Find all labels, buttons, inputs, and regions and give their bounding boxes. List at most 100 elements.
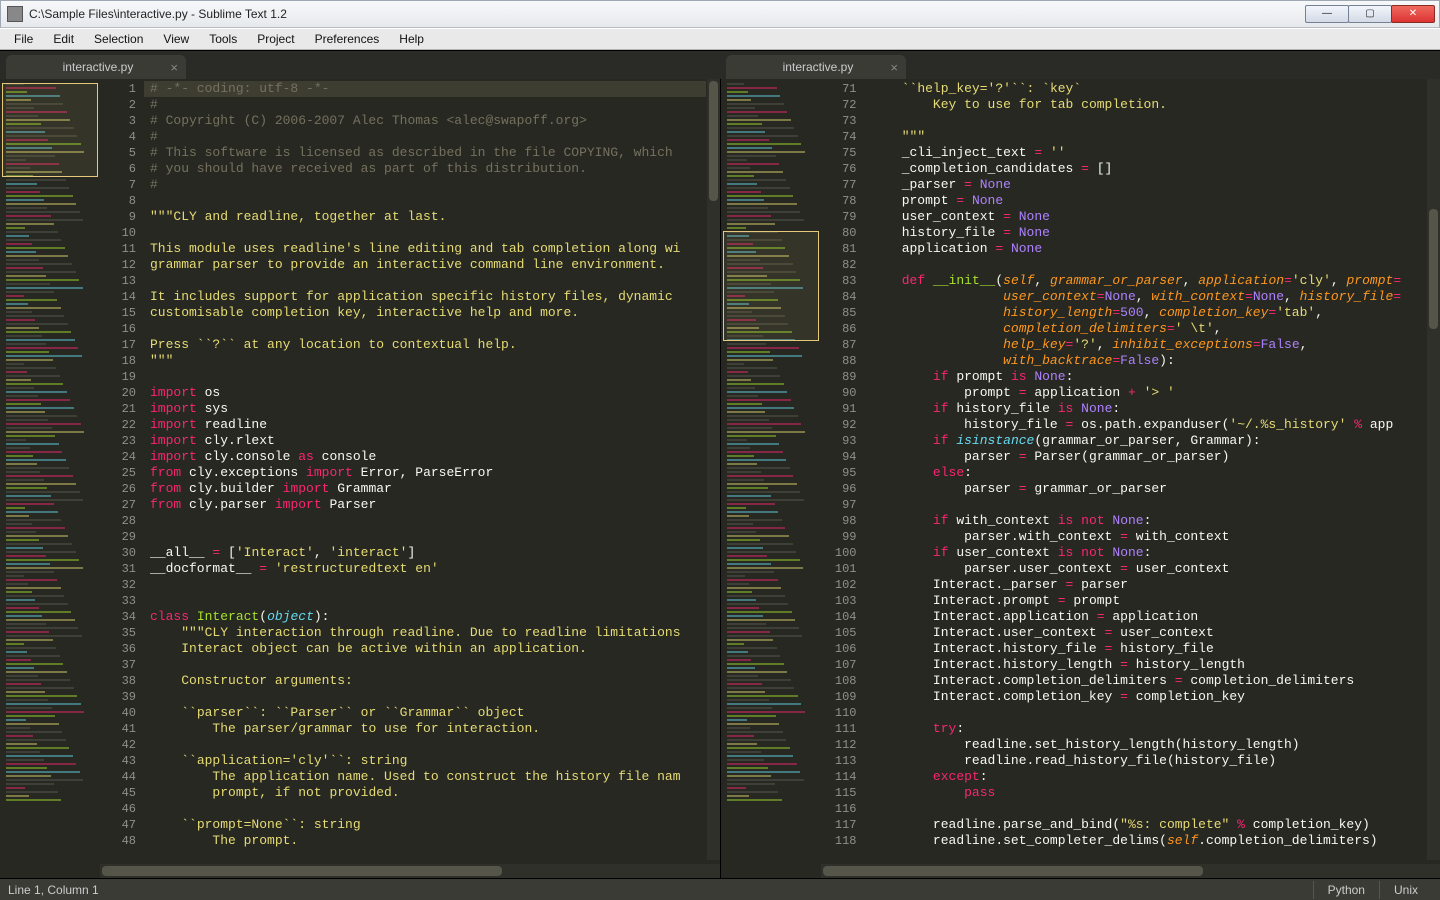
code-line[interactable]: ``prompt=None``: string [150, 817, 706, 833]
editor-right[interactable]: 7172737475767778798081828384858687888990… [821, 79, 1440, 878]
code-line[interactable] [150, 737, 706, 753]
menu-view[interactable]: View [153, 30, 199, 48]
code-line[interactable]: readline.parse_and_bind("%s: complete" %… [871, 817, 1427, 833]
code-line[interactable]: import os [150, 385, 706, 401]
code-line[interactable]: customisable completion key, interactive… [150, 305, 706, 321]
gutter-right[interactable]: 7172737475767778798081828384858687888990… [821, 79, 865, 860]
code-line[interactable]: prompt = application + '> ' [871, 385, 1427, 401]
code-line[interactable]: It includes support for application spec… [150, 289, 706, 305]
code-line[interactable]: import cly.rlext [150, 433, 706, 449]
code-line[interactable]: parser = Parser(grammar_or_parser) [871, 449, 1427, 465]
code-line[interactable]: history_length=500, completion_key='tab'… [871, 305, 1427, 321]
code-line[interactable]: def __init__(self, grammar_or_parser, ap… [871, 273, 1427, 289]
code-line[interactable]: application = None [871, 241, 1427, 257]
code-line[interactable]: prompt, if not provided. [150, 785, 706, 801]
menu-file[interactable]: File [4, 30, 43, 48]
code-line[interactable]: user_context=None, with_context=None, hi… [871, 289, 1427, 305]
code-line[interactable]: """ [150, 353, 706, 369]
close-button[interactable]: ✕ [1391, 5, 1435, 23]
code-line[interactable]: help_key='?', inhibit_exceptions=False, [871, 337, 1427, 353]
menu-preferences[interactable]: Preferences [305, 30, 390, 48]
code-line[interactable] [150, 193, 706, 209]
code-line[interactable]: readline.set_history_length(history_leng… [871, 737, 1427, 753]
code-line[interactable]: readline.set_completer_delims(self.compl… [871, 833, 1427, 849]
code-line[interactable]: ``help_key='?'``: `key` [871, 81, 1427, 97]
code-line[interactable]: # This software is licensed as described… [150, 145, 706, 161]
minimap-viewport[interactable] [2, 83, 98, 177]
menu-help[interactable]: Help [389, 30, 434, 48]
code-line[interactable] [150, 273, 706, 289]
code-line[interactable]: # -*- coding: utf-8 -*- [150, 81, 706, 97]
tab-close-icon[interactable]: × [170, 60, 178, 75]
code-line[interactable]: """CLY interaction through readline. Due… [150, 625, 706, 641]
code-line[interactable]: _parser = None [871, 177, 1427, 193]
code-line[interactable]: Interact.history_length = history_length [871, 657, 1427, 673]
tab-right[interactable]: interactive.py × [726, 55, 906, 79]
code-line[interactable] [871, 705, 1427, 721]
horizontal-scrollbar[interactable] [821, 864, 1440, 878]
code-line[interactable]: else: [871, 465, 1427, 481]
gutter-left[interactable]: 1234567891011121314151617181920212223242… [100, 79, 144, 860]
menu-tools[interactable]: Tools [199, 30, 247, 48]
code-line[interactable]: Interact.completion_delimiters = complet… [871, 673, 1427, 689]
code-line[interactable]: Interact.application = application [871, 609, 1427, 625]
code-line[interactable] [871, 113, 1427, 129]
code-line[interactable]: try: [871, 721, 1427, 737]
menu-edit[interactable]: Edit [43, 30, 84, 48]
code-line[interactable] [150, 369, 706, 385]
code-line[interactable]: _cli_inject_text = '' [871, 145, 1427, 161]
code-line[interactable]: Interact.completion_key = completion_key [871, 689, 1427, 705]
vertical-scrollbar[interactable] [1427, 79, 1440, 860]
code-line[interactable]: ``parser``: ``Parser`` or ``Grammar`` ob… [150, 705, 706, 721]
code-left[interactable]: # -*- coding: utf-8 -*-## Copyright (C) … [150, 81, 706, 860]
code-line[interactable]: """ [871, 129, 1427, 145]
code-line[interactable]: # [150, 129, 706, 145]
code-line[interactable]: The application name. Used to construct … [150, 769, 706, 785]
code-line[interactable]: except: [871, 769, 1427, 785]
editor-left[interactable]: 1234567891011121314151617181920212223242… [100, 79, 720, 878]
code-line[interactable]: Key to use for tab completion. [871, 97, 1427, 113]
code-line[interactable]: from cly.parser import Parser [150, 497, 706, 513]
menu-selection[interactable]: Selection [84, 30, 153, 48]
code-line[interactable]: # [150, 177, 706, 193]
code-line[interactable]: Interact._parser = parser [871, 577, 1427, 593]
code-line[interactable]: class Interact(object): [150, 609, 706, 625]
code-line[interactable]: This module uses readline's line editing… [150, 241, 706, 257]
code-line[interactable] [871, 257, 1427, 273]
vertical-scrollbar[interactable] [707, 79, 720, 860]
code-line[interactable] [871, 497, 1427, 513]
code-line[interactable]: if isinstance(grammar_or_parser, Grammar… [871, 433, 1427, 449]
code-line[interactable]: readline.read_history_file(history_file) [871, 753, 1427, 769]
code-line[interactable]: grammar parser to provide an interactive… [150, 257, 706, 273]
code-line[interactable]: from cly.exceptions import Error, ParseE… [150, 465, 706, 481]
code-line[interactable]: parser = grammar_or_parser [871, 481, 1427, 497]
code-line[interactable]: if user_context is not None: [871, 545, 1427, 561]
minimap-left[interactable] [0, 79, 100, 878]
code-line[interactable] [150, 225, 706, 241]
code-line[interactable]: from cly.builder import Grammar [150, 481, 706, 497]
code-right[interactable]: ``help_key='?'``: `key` Key to use for t… [871, 81, 1427, 860]
minimap-right[interactable] [721, 79, 821, 878]
code-line[interactable]: parser.with_context = with_context [871, 529, 1427, 545]
code-line[interactable]: __docformat__ = 'restructuredtext en' [150, 561, 706, 577]
code-line[interactable] [150, 513, 706, 529]
code-line[interactable]: ``application='cly'``: string [150, 753, 706, 769]
code-line[interactable]: Interact.prompt = prompt [871, 593, 1427, 609]
code-line[interactable]: # Copyright (C) 2006-2007 Alec Thomas <a… [150, 113, 706, 129]
code-line[interactable] [150, 593, 706, 609]
code-line[interactable]: # [150, 97, 706, 113]
code-line[interactable]: import readline [150, 417, 706, 433]
code-line[interactable]: __all__ = ['Interact', 'interact'] [150, 545, 706, 561]
code-line[interactable] [150, 689, 706, 705]
code-line[interactable]: pass [871, 785, 1427, 801]
code-line[interactable]: prompt = None [871, 193, 1427, 209]
code-line[interactable]: if prompt is None: [871, 369, 1427, 385]
code-line[interactable]: parser.user_context = user_context [871, 561, 1427, 577]
code-line[interactable] [150, 577, 706, 593]
status-language[interactable]: Python [1313, 881, 1379, 899]
code-line[interactable]: user_context = None [871, 209, 1427, 225]
code-line[interactable]: Interact.history_file = history_file [871, 641, 1427, 657]
code-line[interactable]: The prompt. [150, 833, 706, 849]
code-line[interactable]: import cly.console as console [150, 449, 706, 465]
code-line[interactable]: completion_delimiters=' \t', [871, 321, 1427, 337]
